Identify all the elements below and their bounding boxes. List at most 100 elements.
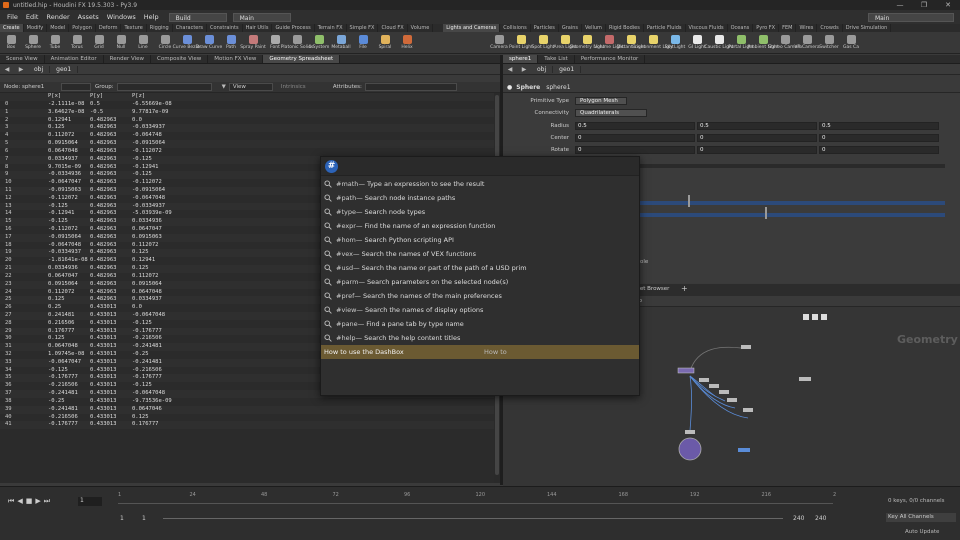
radius-z-field[interactable]: 0.5	[819, 122, 939, 130]
center-y-field[interactable]: 0	[697, 134, 817, 142]
table-row[interactable]: 2 0.12941 0.482963 0.0	[0, 117, 494, 125]
table-row[interactable]: 4 0.112072 0.482963 -0.064748	[0, 132, 494, 140]
intrinsics-label[interactable]: Intrinsics	[281, 84, 333, 90]
menu-edit[interactable]: Edit	[22, 13, 43, 21]
minimize-button[interactable]: —	[888, 0, 912, 10]
tool-line[interactable]: Line	[132, 32, 154, 53]
slider-track-1[interactable]	[640, 201, 945, 205]
radius-y-field[interactable]: 0.5	[697, 122, 817, 130]
shelf-tab[interactable]: Rigging	[147, 24, 173, 32]
tool-icon-3[interactable]	[821, 314, 827, 320]
node-name-label[interactable]: sphere1	[546, 84, 570, 91]
node-d[interactable]	[719, 390, 729, 394]
path-geo1[interactable]: geo1	[50, 65, 79, 73]
shelf-tab[interactable]: Crowds	[817, 24, 843, 32]
shelf-tab[interactable]: Modify	[24, 24, 48, 32]
tool-torus[interactable]: Torus	[66, 32, 88, 53]
node-h[interactable]	[685, 430, 695, 434]
shelf-tab[interactable]: Rigid Bodies	[606, 24, 644, 32]
shelf-tab[interactable]: Pyro FX	[753, 24, 780, 32]
node-selected[interactable]	[677, 367, 695, 374]
rotate-z-field[interactable]: 0	[819, 146, 939, 154]
menu-windows[interactable]: Windows	[103, 13, 140, 21]
shelf-tab[interactable]: Vellum	[582, 24, 606, 32]
tool-icon-1[interactable]	[803, 314, 809, 320]
step-back-icon[interactable]: ◀	[17, 497, 22, 506]
center-x-field[interactable]: 0	[575, 134, 695, 142]
menu-help[interactable]: Help	[140, 13, 163, 21]
dashbox-item[interactable]: #usd — Search the name or part of the pa…	[321, 261, 639, 275]
connectivity-dropdown[interactable]: Quadrilaterals	[575, 109, 647, 117]
dashbox-item[interactable]: #type — Search node types	[321, 205, 639, 219]
tool-sky-light[interactable]: Sky Light	[664, 32, 686, 53]
rotate-x-field[interactable]: 0	[575, 146, 695, 154]
key-channels-dropdown[interactable]: Key All Channels	[886, 513, 956, 522]
shelf-tab[interactable]: Viscous Fluids	[686, 24, 728, 32]
left-tab[interactable]: Scene View	[0, 55, 45, 63]
tool-file[interactable]: File	[352, 32, 374, 53]
table-row[interactable]: 41 -0.176777 0.433013 0.176777	[0, 421, 494, 430]
dashbox-input[interactable]	[342, 160, 639, 173]
center-z-field[interactable]: 0	[819, 134, 939, 142]
shelf-tab[interactable]: Texture	[121, 24, 147, 32]
left-tab[interactable]: Geometry Spreadsheet	[263, 55, 341, 63]
group-field[interactable]	[116, 83, 212, 91]
shelf-tab[interactable]: Cloud FX	[378, 24, 408, 32]
tool-icon-2[interactable]	[812, 314, 818, 320]
current-frame-field[interactable]: 1	[78, 497, 102, 506]
menu-assets[interactable]: Assets	[74, 13, 103, 21]
shelf-tab[interactable]: Wires	[796, 24, 818, 32]
tool-spiral[interactable]: Spiral	[374, 32, 396, 53]
tool-path[interactable]: Path	[220, 32, 242, 53]
tool-l-system[interactable]: L-System	[308, 32, 330, 53]
node-c[interactable]	[709, 384, 719, 388]
primitive-type-dropdown[interactable]: Polygon Mesh	[575, 97, 627, 105]
attributes-field[interactable]	[364, 83, 457, 91]
right-tab[interactable]: Performance Monitor	[575, 55, 646, 63]
tool-sphere[interactable]: Sphere	[22, 32, 44, 53]
table-row[interactable]: 1 3.64627e-08 -0.5 9.77817e-09	[0, 108, 494, 117]
header-pz[interactable]: P[z]	[132, 93, 174, 101]
shelf-tab[interactable]: Guide Process	[272, 24, 315, 32]
tool-null[interactable]: Null	[110, 32, 132, 53]
shelf-tab[interactable]: Particles	[531, 24, 559, 32]
close-button[interactable]: ✕	[936, 0, 960, 10]
shelf-tab[interactable]: Oceans	[728, 24, 754, 32]
desktop-select[interactable]: Build	[168, 12, 227, 22]
table-row[interactable]: 3 0.125 0.482963 -0.0334937	[0, 124, 494, 133]
play-icon[interactable]: ▶	[35, 497, 40, 506]
shelf-tab[interactable]: Terrain FX	[315, 24, 347, 32]
timeline-ruler[interactable]: 1 24 48 72 96 120 144 168 192 216 2	[118, 492, 836, 504]
radius-x-field[interactable]: 0.5	[575, 122, 695, 130]
node-selector[interactable]	[61, 83, 91, 91]
tool-gas-ca[interactable]: Gas Ca	[840, 32, 862, 53]
right-tab[interactable]: Take List	[538, 55, 575, 63]
table-row[interactable]: 38 -0.25 0.433013 -9.73536e-09	[0, 398, 494, 406]
shelf-tab[interactable]: Deform	[96, 24, 122, 32]
dashbox-item[interactable]: #parm — Search parameters on the selecte…	[321, 275, 639, 289]
shelf-set-select[interactable]: Main	[232, 12, 291, 22]
slider-handle-2[interactable]	[765, 207, 767, 219]
back-arrow-icon[interactable]: ◀	[0, 66, 14, 73]
shelf-tab[interactable]: Simple FX	[347, 24, 379, 32]
dashbox-howto-item[interactable]: How to use the DashBox How to	[321, 345, 639, 359]
end-frame-2[interactable]: 240	[815, 515, 826, 522]
left-tab[interactable]: Motion FX View	[208, 55, 264, 63]
view-dropdown[interactable]: View	[228, 83, 273, 91]
shelf-tab[interactable]: Create	[0, 24, 24, 32]
rotate-y-field[interactable]: 0	[697, 146, 817, 154]
tool-helix[interactable]: Helix	[396, 32, 418, 53]
range-slider[interactable]	[163, 518, 783, 519]
tool-spot-light[interactable]: Spot Light	[532, 32, 554, 53]
path-obj[interactable]: obj	[28, 65, 51, 73]
tool-spray-paint[interactable]: Spray Paint	[240, 32, 266, 53]
forward-arrow-icon[interactable]: ▶	[14, 66, 28, 73]
dashbox-item[interactable]: #math — Type an expression to see the re…	[321, 177, 639, 191]
shelf-tab[interactable]: Grains	[559, 24, 582, 32]
shelf-tab[interactable]: Model	[47, 24, 70, 32]
dashbox-item[interactable]: #pref — Search the names of the main pre…	[321, 289, 639, 303]
slider-track-0[interactable]	[640, 164, 945, 168]
table-row[interactable]: 6 0.0647048 0.482963 -0.112072	[0, 148, 494, 156]
shelf-tab[interactable]: Constraints	[207, 24, 243, 32]
dashbox-item[interactable]: #path — Search node instance paths	[321, 191, 639, 205]
